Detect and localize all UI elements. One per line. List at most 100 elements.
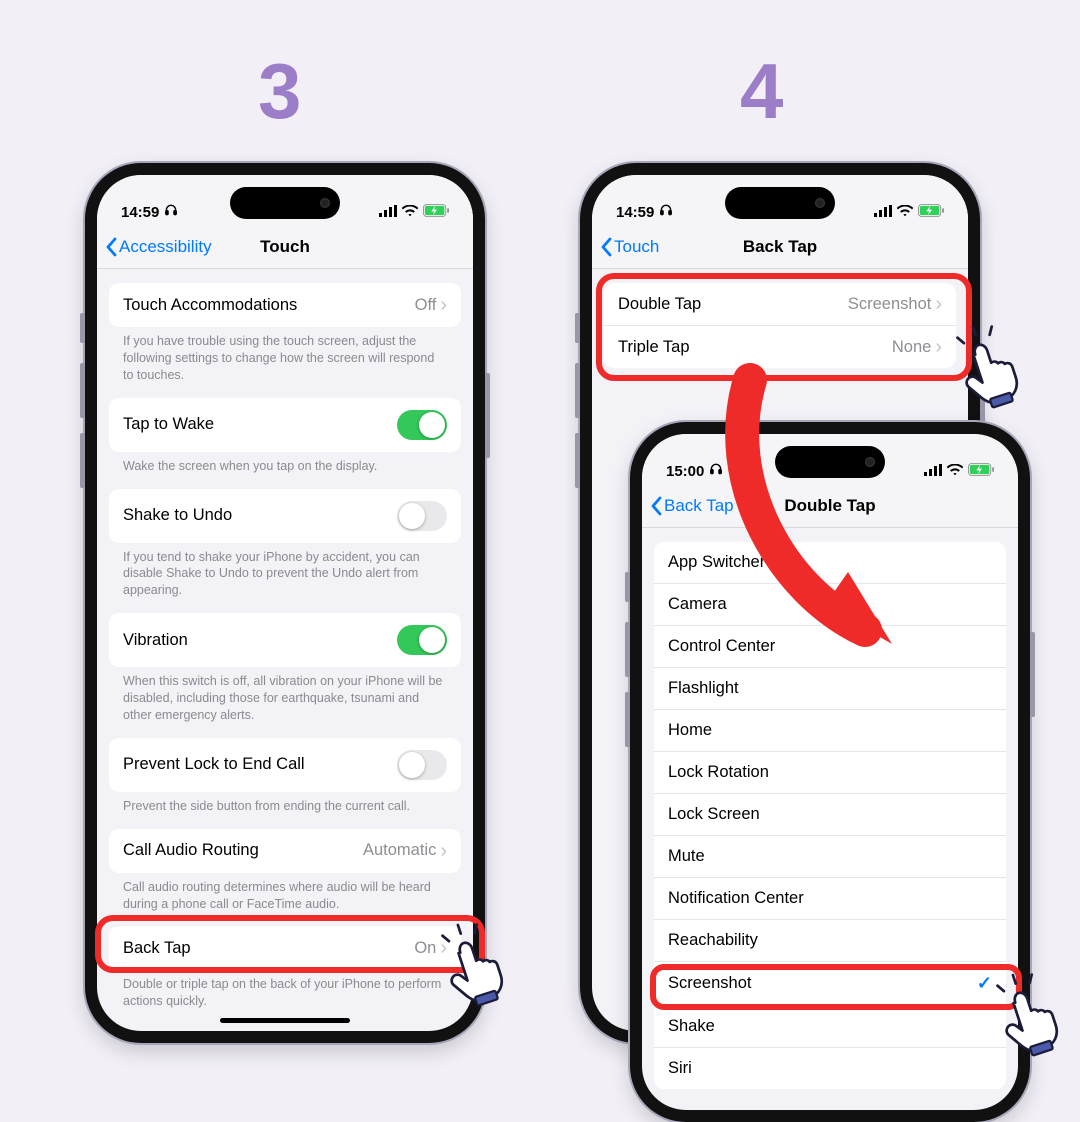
row-label: Back Tap	[123, 939, 191, 958]
action-label: Control Center	[668, 637, 775, 656]
action-label: Reachability	[668, 931, 758, 950]
row-footer: If you tend to shake your iPhone by acci…	[109, 543, 461, 600]
action-row[interactable]: Mute	[654, 835, 1006, 877]
row-footer: Double or triple tap on the back of your…	[109, 970, 461, 1010]
chevron-right-icon: ›	[935, 337, 942, 357]
action-row[interactable]: Shake	[654, 1005, 1006, 1047]
checkmark-icon: ✓	[977, 973, 992, 994]
row-touch-accommodations[interactable]: Touch Accommodations Off›	[109, 283, 461, 327]
toggle-switch[interactable]	[397, 410, 447, 440]
row-label: Prevent Lock to End Call	[123, 755, 305, 774]
nav-title: Touch	[260, 237, 310, 257]
action-row[interactable]: Screenshot ✓	[654, 961, 1006, 1005]
headphones-icon	[659, 203, 673, 221]
phone-step-4b: 15:00 Back Tap Double Tap App SwitcherCa…	[630, 422, 1030, 1122]
chevron-right-icon: ›	[935, 294, 942, 314]
row-footer: Wake the screen when you tap on the disp…	[109, 452, 461, 475]
dynamic-island	[725, 187, 835, 219]
row-label: Triple Tap	[618, 338, 690, 357]
wifi-icon	[947, 463, 963, 480]
action-label: Lock Screen	[668, 805, 760, 824]
back-label: Accessibility	[119, 237, 212, 257]
action-row[interactable]: Reachability	[654, 919, 1006, 961]
status-time: 14:59	[121, 204, 159, 221]
back-label: Back Tap	[664, 496, 734, 516]
nav-bar: Back Tap Double Tap	[642, 484, 1018, 528]
action-row[interactable]: Control Center	[654, 625, 1006, 667]
toggle-switch[interactable]	[397, 625, 447, 655]
row-label: Touch Accommodations	[123, 296, 297, 315]
row-footer: If you have trouble using the touch scre…	[109, 327, 461, 384]
dynamic-island	[775, 446, 885, 478]
back-button[interactable]: Accessibility	[105, 237, 212, 257]
row-footer: Call audio routing determines where audi…	[109, 873, 461, 913]
step-number-3: 3	[258, 46, 301, 137]
back-button[interactable]: Back Tap	[650, 496, 734, 516]
row-back-tap[interactable]: Back Tap On›	[109, 926, 461, 970]
nav-bar: Touch Back Tap	[592, 225, 968, 269]
dynamic-island	[230, 187, 340, 219]
row-vibration[interactable]: Vibration	[109, 613, 461, 667]
row-tap-to-wake[interactable]: Tap to Wake	[109, 398, 461, 452]
nav-title: Double Tap	[784, 496, 875, 516]
action-label: Camera	[668, 595, 727, 614]
action-label: Lock Rotation	[668, 763, 769, 782]
row-label: Call Audio Routing	[123, 841, 259, 860]
battery-icon	[968, 463, 994, 480]
chevron-right-icon: ›	[440, 295, 447, 315]
action-row[interactable]: Notification Center	[654, 877, 1006, 919]
toggle-switch[interactable]	[397, 750, 447, 780]
chevron-right-icon: ›	[440, 841, 447, 861]
action-row[interactable]: Camera	[654, 583, 1006, 625]
back-button[interactable]: Touch	[600, 237, 659, 257]
chevron-left-icon	[105, 237, 117, 257]
action-row[interactable]: Flashlight	[654, 667, 1006, 709]
action-row[interactable]: App Switcher	[654, 542, 1006, 583]
row-double-tap[interactable]: Double Tap Screenshot›	[604, 283, 956, 325]
row-label: Tap to Wake	[123, 415, 214, 434]
row-value: Off	[415, 296, 437, 315]
nav-title: Back Tap	[743, 237, 817, 257]
row-value: Automatic	[363, 841, 436, 860]
row-triple-tap[interactable]: Triple Tap None›	[604, 325, 956, 368]
row-footer: Prevent the side button from ending the …	[109, 792, 461, 815]
action-label: App Switcher	[668, 553, 765, 572]
chevron-right-icon: ›	[440, 938, 447, 958]
row-call-audio-routing[interactable]: Call Audio Routing Automatic›	[109, 829, 461, 873]
action-row[interactable]: Lock Screen	[654, 793, 1006, 835]
headphones-icon	[709, 462, 723, 480]
row-value: On	[414, 939, 436, 958]
action-label: Shake	[668, 1017, 715, 1036]
wifi-icon	[897, 204, 913, 221]
signal-icon	[379, 204, 397, 221]
battery-icon	[423, 204, 449, 221]
row-label: Vibration	[123, 631, 188, 650]
action-label: Siri	[668, 1059, 692, 1078]
action-label: Notification Center	[668, 889, 804, 908]
row-label: Shake to Undo	[123, 506, 232, 525]
chevron-left-icon	[600, 237, 612, 257]
wifi-icon	[402, 204, 418, 221]
step-number-4: 4	[740, 46, 783, 137]
toggle-switch[interactable]	[397, 501, 447, 531]
action-list: App Switcher Camera Control Center Flashlig…	[654, 542, 1006, 1089]
status-time: 14:59	[616, 204, 654, 221]
row-prevent-lock-end-call[interactable]: Prevent Lock to End Call	[109, 738, 461, 792]
headphones-icon	[164, 203, 178, 221]
phone-step-3: 14:59 Accessibility	[85, 163, 485, 1043]
action-row[interactable]: Home	[654, 709, 1006, 751]
row-shake-to-undo[interactable]: Shake to Undo	[109, 489, 461, 543]
back-label: Touch	[614, 237, 659, 257]
signal-icon	[874, 204, 892, 221]
action-row[interactable]: Siri	[654, 1047, 1006, 1089]
row-value: Screenshot	[848, 295, 931, 314]
action-label: Home	[668, 721, 712, 740]
action-label: Screenshot	[668, 974, 751, 993]
action-row[interactable]: Lock Rotation	[654, 751, 1006, 793]
nav-bar: Accessibility Touch	[97, 225, 473, 269]
action-label: Flashlight	[668, 679, 739, 698]
row-value: None	[892, 338, 931, 357]
signal-icon	[924, 463, 942, 480]
row-label: Double Tap	[618, 295, 701, 314]
home-indicator	[220, 1018, 350, 1023]
